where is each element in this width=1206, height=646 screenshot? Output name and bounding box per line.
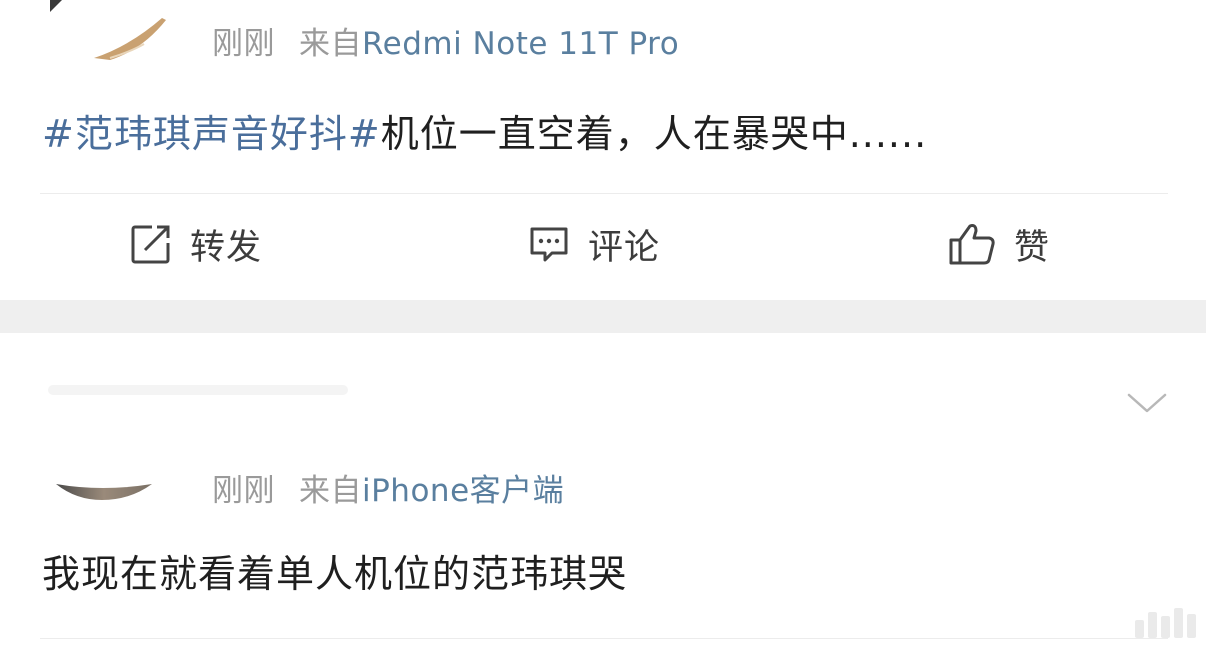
avatar-image (56, 484, 152, 500)
post-meta: 刚刚 来自Redmi Note 11T Pro (212, 18, 679, 63)
share-icon (131, 225, 170, 264)
post-card: 刚刚 来自Redmi Note 11T Pro #范玮琪声音好抖#机位一直空着，人… (0, 0, 1206, 300)
weibo-feed: 刚刚 来自Redmi Note 11T Pro #范玮琪声音好抖#机位一直空着，人… (0, 0, 1206, 646)
source-prefix: 来自 (299, 26, 362, 62)
avatar[interactable] (50, 470, 200, 510)
post-source[interactable]: Redmi Note 11T Pro (362, 26, 679, 62)
post-time: 刚刚 (212, 26, 275, 62)
watermark (1135, 608, 1196, 638)
post-meta: 刚刚 来自iPhone客户端 (212, 465, 564, 510)
chevron-down-icon (1127, 393, 1167, 413)
faded-header (48, 385, 348, 395)
divider (40, 193, 1168, 194)
repost-button[interactable]: 转发 (130, 222, 262, 268)
like-label: 赞 (1014, 227, 1051, 268)
post-content: 我现在就看着单人机位的范玮琪哭 (42, 543, 627, 598)
post-menu-button[interactable] (1126, 391, 1168, 419)
avatar-image (50, 0, 166, 60)
post-content: #范玮琪声音好抖#机位一直空着，人在暴哭中...... (42, 103, 927, 158)
comment-icon (530, 227, 568, 262)
post-source[interactable]: iPhone客户端 (362, 473, 564, 509)
repost-label: 转发 (190, 227, 263, 268)
feed-separator (0, 300, 1206, 333)
avatar[interactable] (50, 0, 200, 62)
divider (40, 638, 1168, 639)
comment-label: 评论 (588, 227, 661, 268)
comment-button[interactable]: 评论 (528, 222, 660, 268)
like-button[interactable]: 赞 (948, 222, 1050, 268)
post-time: 刚刚 (212, 473, 275, 509)
post-text: 我现在就看着单人机位的范玮琪哭 (42, 552, 628, 596)
post-card: 刚刚 来自iPhone客户端 我现在就看着单人机位的范玮琪哭 (0, 333, 1206, 646)
thumbs-up-icon (949, 224, 995, 265)
topic-link[interactable]: #范玮琪声音好抖# (42, 112, 381, 156)
source-prefix: 来自 (299, 473, 362, 509)
post-text: 机位一直空着，人在暴哭中...... (380, 112, 928, 156)
